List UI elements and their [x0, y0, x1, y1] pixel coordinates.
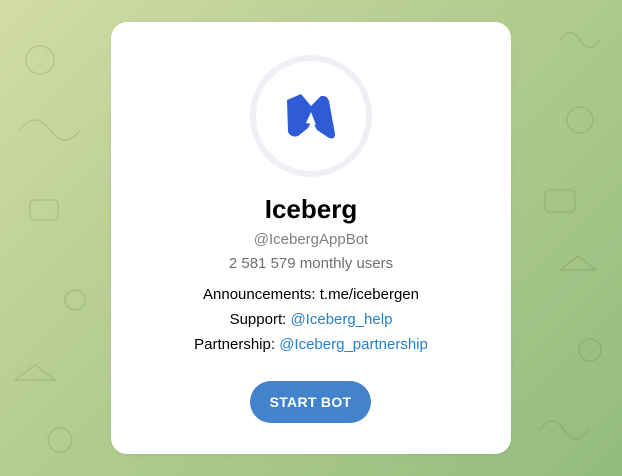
- partnership-link[interactable]: @Iceberg_partnership: [279, 336, 428, 353]
- support-line: Support: @Iceberg_help: [111, 311, 511, 329]
- iceberg-logo-icon: [287, 94, 335, 139]
- bot-profile-card: Iceberg @IcebergAppBot 2 581 579 monthly…: [111, 22, 511, 454]
- support-label: Support:: [229, 311, 291, 328]
- bot-avatar: [250, 55, 372, 177]
- partnership-label: Partnership:: [194, 336, 280, 353]
- partnership-line: Partnership: @Iceberg_partnership: [111, 336, 511, 354]
- start-bot-button[interactable]: START BOT: [250, 381, 371, 423]
- monthly-users-count: 2 581 579 monthly users: [228, 255, 394, 272]
- bot-name: Iceberg: [264, 194, 358, 224]
- announcements-text: Announcements: t.me/icebergen: [203, 286, 419, 303]
- bot-username: @IcebergAppBot: [253, 231, 369, 248]
- announcements-line: Announcements: t.me/icebergen: [111, 286, 511, 304]
- support-link[interactable]: @Iceberg_help: [290, 311, 392, 328]
